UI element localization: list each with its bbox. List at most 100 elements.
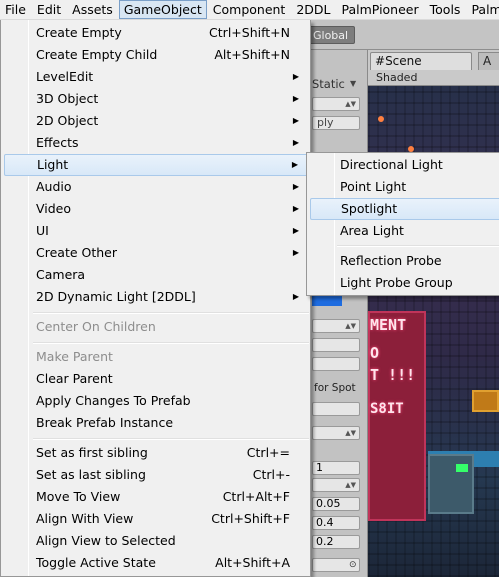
inspector-dropdown[interactable]: ▲▼ <box>312 97 360 111</box>
menu-item-create-other[interactable]: Create Other ▶ <box>4 242 308 264</box>
submenu-item-reflection-probe[interactable]: Reflection Probe <box>310 250 499 272</box>
apply-label: ply <box>317 116 334 129</box>
global-toggle-button[interactable]: Global <box>306 26 356 44</box>
menu-item-label: Camera <box>36 267 86 282</box>
menu-item-3d-object[interactable]: 3D Object ▶ <box>4 88 308 110</box>
shortcut-label: Ctrl+Alt+F <box>222 489 290 504</box>
menu-item-label: Effects <box>36 135 79 150</box>
menu-item-effects[interactable]: Effects ▶ <box>4 132 308 154</box>
static-label: Static <box>312 77 345 91</box>
triangle-right-icon: ▶ <box>292 182 299 191</box>
menu-item-2d-object[interactable]: 2D Object ▶ <box>4 110 308 132</box>
menu-item-label: Center On Children <box>36 319 156 334</box>
chevron-down-icon[interactable]: ▼ <box>350 79 356 88</box>
for-spot-label: for Spot <box>314 382 356 394</box>
submenu-item-light-probe-group[interactable]: Light Probe Group <box>310 272 499 294</box>
tab-scene[interactable]: #Scene <box>370 52 472 70</box>
menu-tools[interactable]: Tools <box>425 0 466 19</box>
menu-item-toggle-active-state[interactable]: Toggle Active State Alt+Shift+A <box>4 552 308 574</box>
menu-item-leveledit[interactable]: LevelEdit ▶ <box>4 66 308 88</box>
menu-assets[interactable]: Assets <box>67 0 118 19</box>
inspector-field[interactable] <box>312 338 360 352</box>
neon-text: T !!! <box>370 366 416 384</box>
inspector-dropdown[interactable]: ▲▼ <box>312 478 360 492</box>
menu-item-label: Light <box>37 157 69 172</box>
target-icon[interactable]: ⊙ <box>349 560 357 570</box>
menu-gameobject[interactable]: GameObject <box>118 0 207 19</box>
menu-item-camera[interactable]: Camera <box>4 264 308 286</box>
menu-edit[interactable]: Edit <box>32 0 66 19</box>
menu-item-video[interactable]: Video ▶ <box>4 198 308 220</box>
menu-component[interactable]: Component <box>208 0 291 19</box>
inspector-field[interactable] <box>312 402 360 416</box>
value-text: 0.4 <box>316 516 334 529</box>
menu-separator <box>33 342 309 344</box>
menu-item-move-to-view[interactable]: Move To View Ctrl+Alt+F <box>4 486 308 508</box>
value-field[interactable]: 0.2 <box>312 535 360 549</box>
menu-item-label: Create Empty <box>36 25 122 40</box>
submenu-item-directional-light[interactable]: Directional Light <box>310 154 499 176</box>
value-field[interactable]: 0.05 <box>312 497 360 511</box>
menu-item-label: Video <box>36 201 72 216</box>
triangle-right-icon: ▶ <box>292 72 299 81</box>
menu-item-set-first-sibling[interactable]: Set as first sibling Ctrl+= <box>4 442 308 464</box>
submenu-item-spotlight[interactable]: Spotlight <box>310 198 499 220</box>
menu-item-ui[interactable]: UI ▶ <box>4 220 308 242</box>
menu-item-label: Make Parent <box>36 349 113 364</box>
menu-item-align-view-to-selected[interactable]: Align View to Selected <box>4 530 308 552</box>
menu-palm[interactable]: Palm <box>466 0 499 19</box>
value-field[interactable]: 1 <box>312 461 360 475</box>
submenu-item-area-light[interactable]: Area Light <box>310 220 499 242</box>
menu-item-create-empty-child[interactable]: Create Empty Child Alt+Shift+N <box>4 44 308 66</box>
menu-item-make-parent: Make Parent <box>4 346 308 368</box>
value-text: 0.05 <box>316 497 341 510</box>
menu-item-center-on-children: Center On Children <box>4 316 308 338</box>
menu-item-label: Move To View <box>36 489 121 504</box>
menu-item-label: LevelEdit <box>36 69 94 84</box>
shortcut-label: Ctrl+- <box>252 467 290 482</box>
chevron-down-icon: ▲▼ <box>345 481 356 489</box>
menu-item-label: 2D Dynamic Light [2DDL] <box>36 289 196 304</box>
menu-item-align-with-view[interactable]: Align With View Ctrl+Shift+F <box>4 508 308 530</box>
menu-item-light[interactable]: Light ▶ <box>4 154 308 176</box>
menu-item-break-prefab-instance[interactable]: Break Prefab Instance <box>4 412 308 434</box>
menu-2ddl[interactable]: 2DDL <box>291 0 335 19</box>
menu-item-label: Set as last sibling <box>36 467 146 482</box>
tab-scene-label: Scene <box>385 54 422 68</box>
menu-item-label: Align View to Selected <box>36 533 176 548</box>
chevron-down-icon: ▲▼ <box>345 100 356 108</box>
menu-item-label: Clear Parent <box>36 371 113 386</box>
triangle-right-icon: ▶ <box>292 94 299 103</box>
menu-item-create-empty[interactable]: Create Empty Ctrl+Shift+N <box>4 22 308 44</box>
menu-item-label: 3D Object <box>36 91 99 106</box>
triangle-right-icon: ▶ <box>292 204 299 213</box>
chevron-down-icon: ▲▼ <box>345 429 356 437</box>
machine-light <box>456 464 468 472</box>
triangle-right-icon: ▶ <box>292 226 299 235</box>
inspector-dropdown[interactable]: ▲▼ <box>312 319 360 333</box>
sign-box <box>472 390 499 412</box>
gameobject-dropdown-menu: Create Empty Ctrl+Shift+N Create Empty Ch… <box>0 20 311 577</box>
menu-item-set-last-sibling[interactable]: Set as last sibling Ctrl+- <box>4 464 308 486</box>
menu-item-audio[interactable]: Audio ▶ <box>4 176 308 198</box>
menu-item-apply-changes-to-prefab[interactable]: Apply Changes To Prefab <box>4 390 308 412</box>
inspector-field[interactable] <box>312 357 360 371</box>
submenu-item-point-light[interactable]: Point Light <box>310 176 499 198</box>
apply-button[interactable]: ply <box>312 116 360 130</box>
menu-item-clear-parent[interactable]: Clear Parent <box>4 368 308 390</box>
menu-bar: File Edit Assets GameObject Component 2D… <box>0 0 499 20</box>
menu-item-label: Audio <box>36 179 72 194</box>
menu-palmpioneer[interactable]: PalmPioneer <box>337 0 424 19</box>
neon-text: S8IT <box>370 401 404 417</box>
shortcut-label: Alt+Shift+A <box>215 555 290 570</box>
tab-asset-label: A <box>483 54 492 68</box>
neon-text: MENT <box>370 316 407 334</box>
inspector-dropdown[interactable]: ▲▼ <box>312 426 360 440</box>
machine <box>428 454 474 514</box>
tab-asset-store[interactable]: A <box>478 52 499 70</box>
menu-item-2d-dynamic-light[interactable]: 2D Dynamic Light [2DDL] ▶ <box>4 286 308 308</box>
value-field[interactable]: 0.4 <box>312 516 360 530</box>
menu-file[interactable]: File <box>0 0 31 19</box>
menu-item-label: Toggle Active State <box>36 555 156 570</box>
shading-mode-dropdown[interactable]: Shaded <box>376 71 417 84</box>
